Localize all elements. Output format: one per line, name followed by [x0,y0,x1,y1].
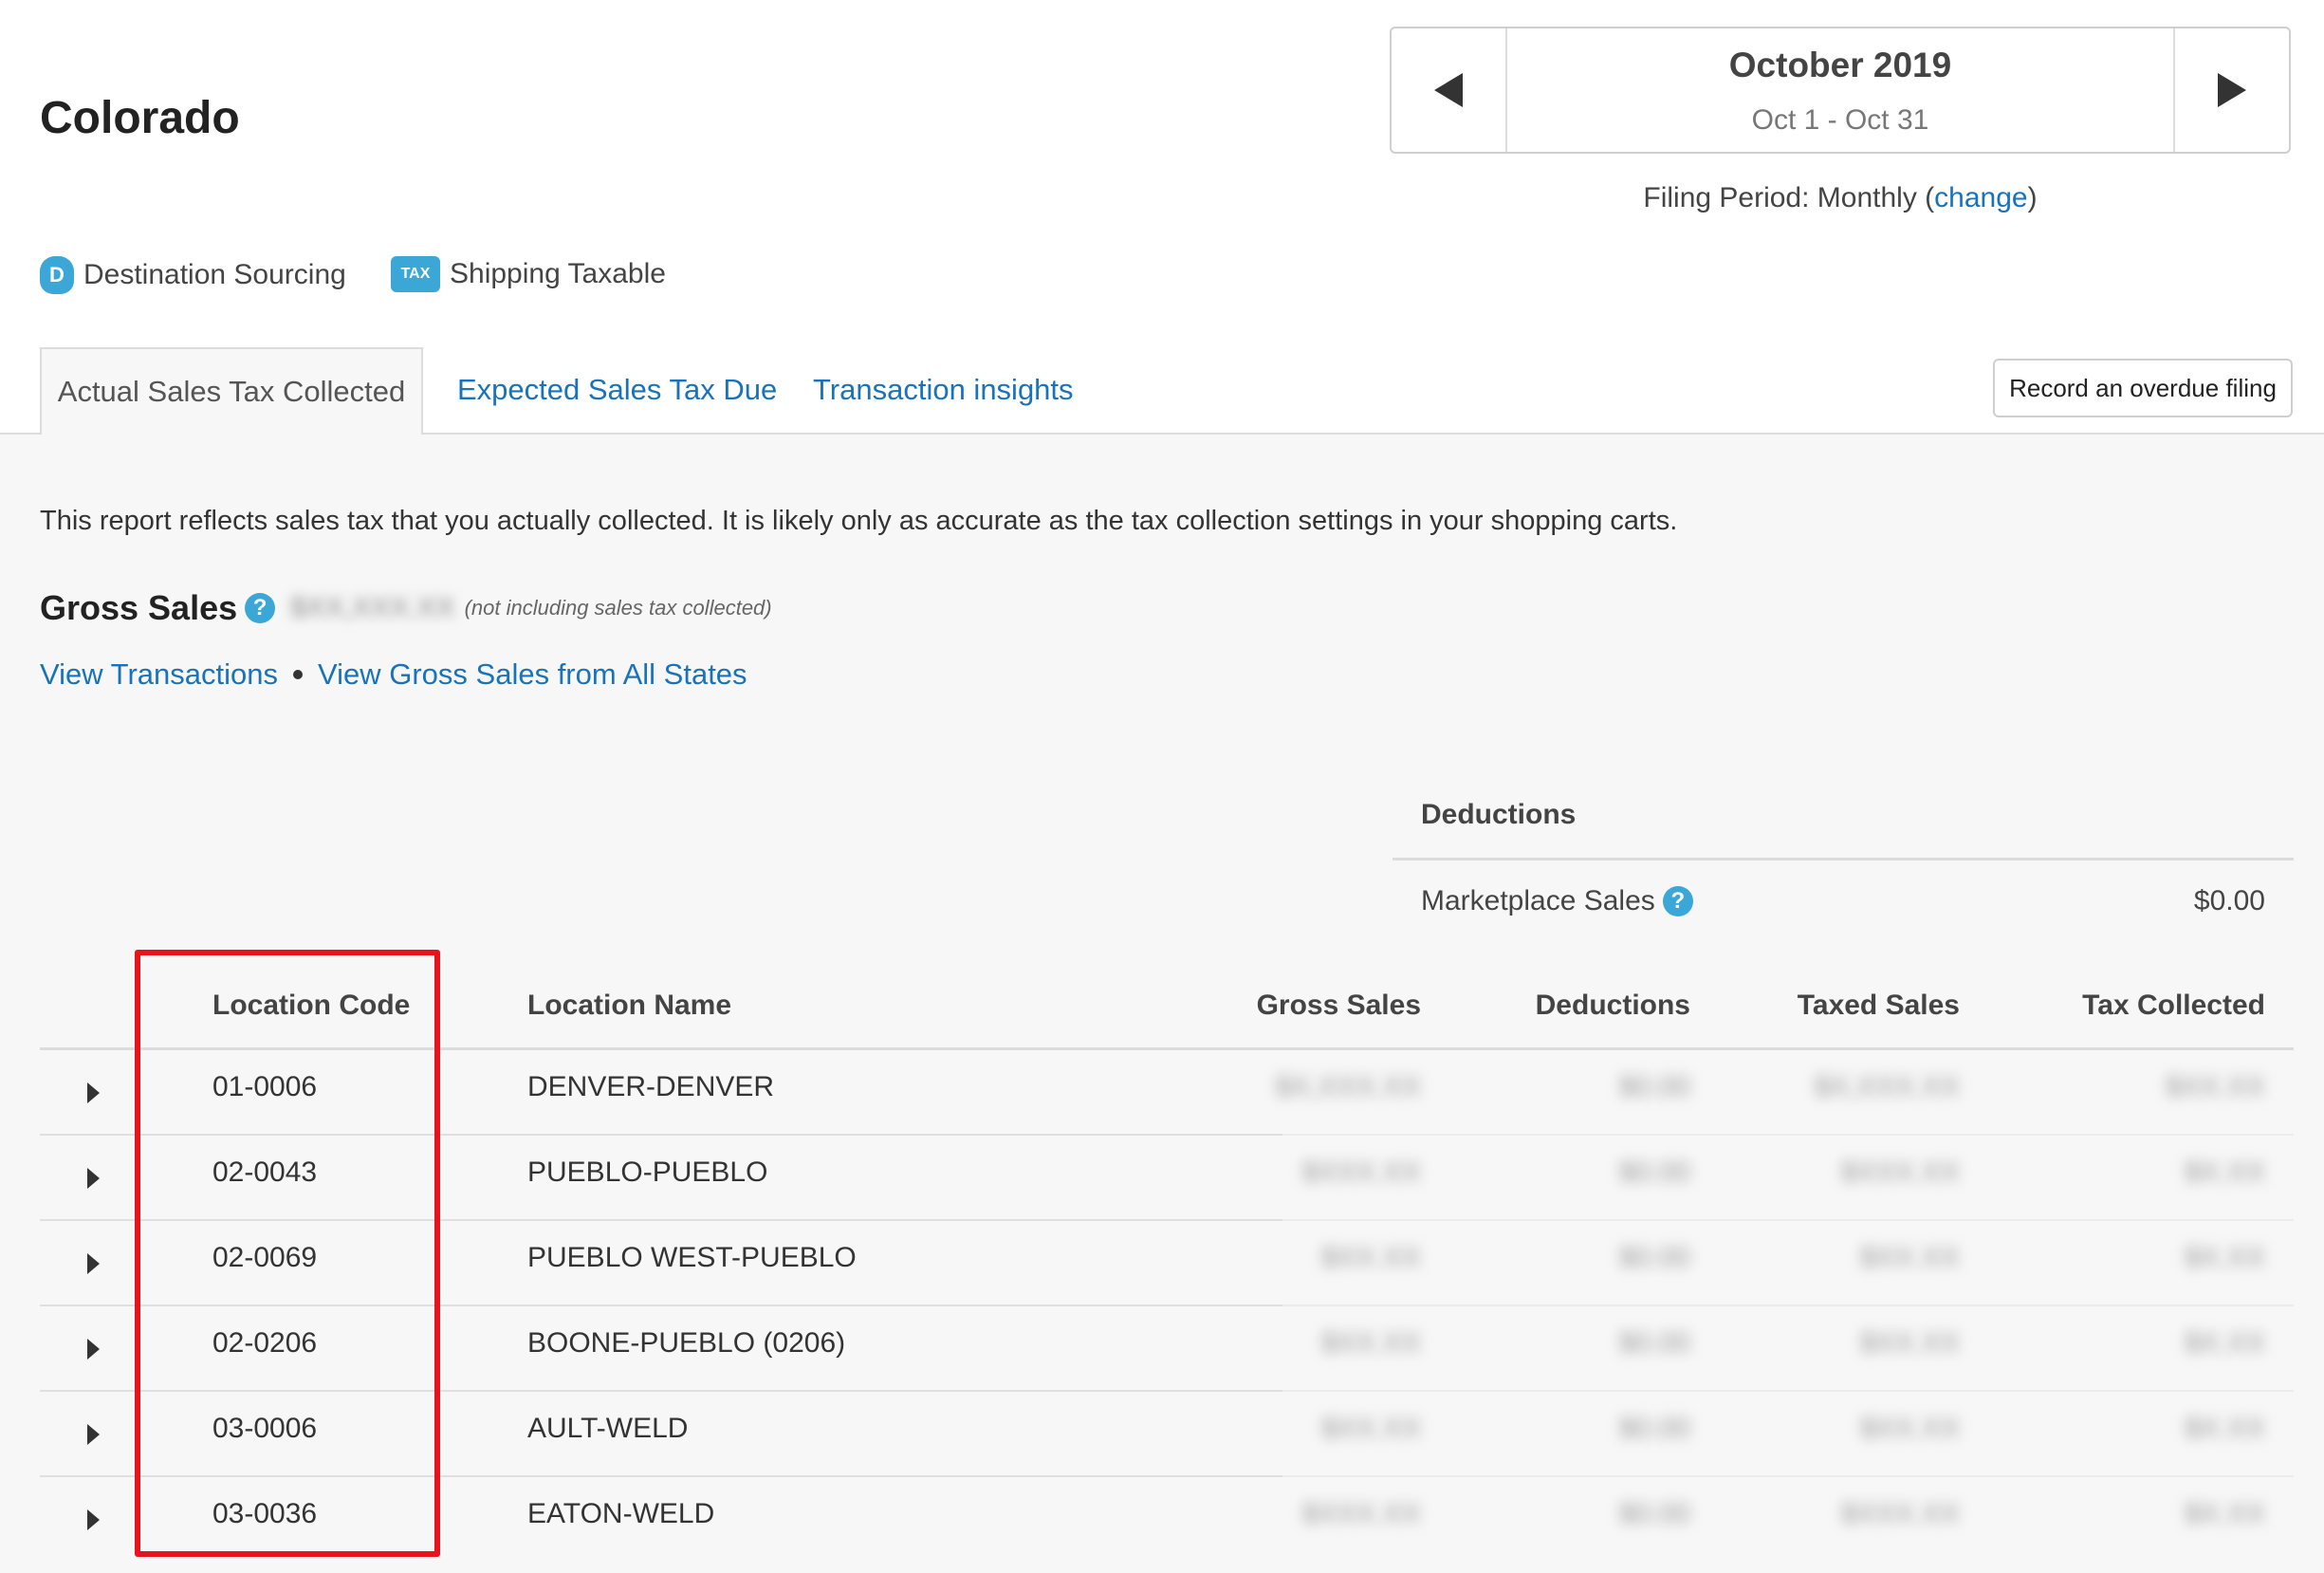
money-bag-icon: D [40,256,74,294]
tab-actual-sales-tax[interactable]: Actual Sales Tax Collected [40,347,423,435]
column-header-deductions: Deductions [1535,990,1690,1021]
period-selector: October 2019 Oct 1 - Oct 31 [1390,27,2291,154]
location-name: PUEBLO WEST-PUEBLO [527,1242,857,1273]
bullet-separator [293,670,303,679]
location-code-highlight [135,950,440,1557]
column-header-tax-collected: Tax Collected [2082,990,2265,1021]
gross-sales-title: Gross Sales [40,588,238,627]
filing-period-suffix: ) [2027,182,2038,213]
taxed-sales-cell: $XX.XX [1859,1242,1960,1273]
record-overdue-filing-button[interactable]: Record an overdue filing [1993,359,2293,417]
shipping-taxable-badge: TAX Shipping Taxable [391,256,666,292]
taxed-sales-cell: $XXX.XX [1840,1498,1960,1529]
marketplace-sales-value: $0.00 [2193,885,2265,916]
tab-expected-sales-tax[interactable]: Expected Sales Tax Due [457,347,777,433]
deductions-cell: $0.00 [1618,1071,1690,1102]
taxed-sales-cell: $X,XXX.XX [1814,1071,1960,1102]
tax-truck-icon: TAX [391,256,440,292]
expand-row-icon[interactable] [87,1509,100,1530]
next-period-button[interactable] [2173,28,2289,152]
report-links: View Transactions View Gross Sales from … [40,657,747,692]
deductions-cell: $0.00 [1618,1157,1690,1188]
shipping-taxable-label: Shipping Taxable [450,258,666,289]
tab-transaction-insights[interactable]: Transaction insights [813,347,1074,433]
report-description: This report reflects sales tax that you … [40,506,1678,536]
view-all-states-link[interactable]: View Gross Sales from All States [318,657,747,692]
gross-sales-cell: $XXX.XX [1301,1498,1421,1529]
arrow-left-icon [1434,73,1463,107]
gross-sales-cell: $XX.XX [1320,1327,1421,1359]
tax-collected-cell: $X.XX [2184,1242,2265,1273]
view-transactions-link[interactable]: View Transactions [40,657,278,692]
deductions-cell: $0.00 [1618,1413,1690,1444]
location-name: EATON-WELD [527,1498,715,1529]
tax-collected-cell: $X.XX [2184,1157,2265,1188]
tax-collected-cell: $X.XX [2184,1413,2265,1444]
gross-sales-cell: $XX.XX [1320,1413,1421,1444]
gross-sales-cell: $X,XXX.XX [1275,1071,1421,1102]
gross-sales-note: (not including sales tax collected) [464,596,772,620]
location-name: PUEBLO-PUEBLO [527,1157,768,1188]
taxed-sales-cell: $XX.XX [1859,1413,1960,1444]
deductions-cell: $0.00 [1618,1242,1690,1273]
deductions-title: Deductions [1421,799,1577,830]
taxed-sales-cell: $XX.XX [1859,1327,1960,1359]
filing-period-label: Filing Period: Monthly ( [1643,182,1935,213]
location-name: BOONE-PUEBLO (0206) [527,1327,846,1359]
help-icon[interactable]: ? [245,593,276,623]
period-range: Oct 1 - Oct 31 [1751,104,1929,136]
tax-collected-cell: $X.XX [2184,1498,2265,1529]
column-header-gross-sales: Gross Sales [1256,990,1421,1021]
previous-period-button[interactable] [1392,28,1507,152]
gross-sales-cell: $XXX.XX [1301,1157,1421,1188]
column-header-taxed-sales: Taxed Sales [1797,990,1960,1021]
gross-sales-value: $XX,XXX.XX [290,592,455,623]
location-name: AULT-WELD [527,1413,689,1444]
column-header-location-name: Location Name [527,990,732,1021]
page-title: Colorado [40,93,240,143]
deductions-cell: $0.00 [1618,1327,1690,1359]
destination-sourcing-label: Destination Sourcing [83,259,346,290]
destination-sourcing-badge: D Destination Sourcing [40,256,346,294]
filing-period: Filing Period: Monthly (change) [1390,182,2291,214]
period-month: October 2019 [1728,46,1952,84]
expand-row-icon[interactable] [87,1339,100,1360]
location-name: DENVER-DENVER [527,1071,775,1102]
marketplace-sales-row: Marketplace Sales ? [1421,885,1693,917]
taxed-sales-cell: $XXX.XX [1840,1157,1960,1188]
marketplace-sales-label: Marketplace Sales [1421,885,1655,916]
expand-row-icon[interactable] [87,1083,100,1103]
arrow-right-icon [2218,73,2246,107]
gross-sales-cell: $XX.XX [1320,1242,1421,1273]
expand-row-icon[interactable] [87,1253,100,1274]
deductions-cell: $0.00 [1618,1498,1690,1529]
gross-sales-summary: Gross Sales ? $XX,XXX.XX (not including … [40,588,772,628]
change-filing-link[interactable]: change [1934,182,2027,213]
tax-collected-cell: $XX.XX [2165,1071,2265,1102]
tax-collected-cell: $X.XX [2184,1327,2265,1359]
expand-row-icon[interactable] [87,1168,100,1189]
deductions-divider [1393,858,2294,861]
help-icon[interactable]: ? [1662,886,1693,916]
expand-row-icon[interactable] [87,1424,100,1445]
